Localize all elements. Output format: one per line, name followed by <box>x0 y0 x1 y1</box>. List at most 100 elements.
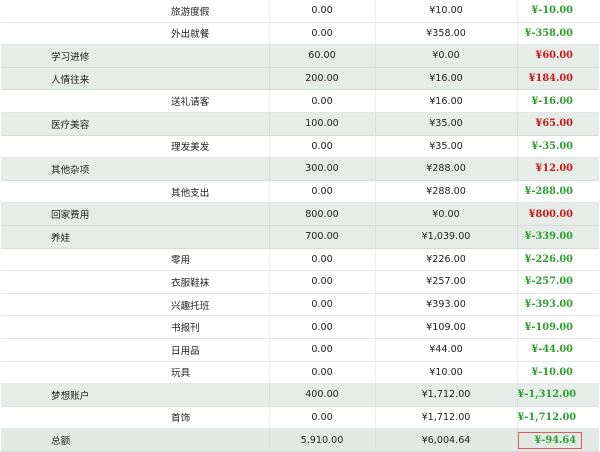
budget-amount: 0.00 <box>268 315 375 339</box>
subcategory-name: 旅游度假 <box>115 0 269 23</box>
balance-amount: ¥-257.00 <box>516 270 599 294</box>
budget-table-view: 旅游度假 0.00 ¥10.00 ¥-10.00 外出就餐 0.00 ¥358.00 ¥-35… <box>0 0 600 452</box>
balance-amount: ¥-109.00 <box>516 315 599 339</box>
subcategory-row[interactable]: 兴趣托班 0.00 ¥393.00 ¥-393.00 <box>1 293 599 317</box>
balance-amount: ¥65.00 <box>516 112 599 136</box>
actual-amount: ¥0.00 <box>374 44 517 68</box>
category-row[interactable]: 回家费用 800.00 ¥0.00 ¥800.00 <box>1 202 599 226</box>
subcategory-name <box>115 225 269 249</box>
category-name <box>1 406 115 430</box>
balance-amount: ¥60.00 <box>516 44 599 68</box>
actual-amount: ¥10.00 <box>374 361 517 385</box>
subcategory-row[interactable]: 书报刊 0.00 ¥109.00 ¥-109.00 <box>1 315 599 339</box>
actual-amount: ¥35.00 <box>374 135 517 159</box>
subcategory-name: 外出就餐 <box>115 22 269 46</box>
actual-amount: ¥358.00 <box>374 22 517 46</box>
subcategory-row[interactable]: 首饰 0.00 ¥1,712.00 ¥-1,712.00 <box>1 406 599 430</box>
subcategory-row[interactable]: 其他支出 0.00 ¥288.00 ¥-288.00 <box>1 180 599 204</box>
category-row[interactable]: 人情往来 200.00 ¥16.00 ¥184.00 <box>1 67 599 91</box>
balance-amount: ¥-16.00 <box>516 89 599 113</box>
budget-amount: 0.00 <box>268 0 375 23</box>
budget-amount: 300.00 <box>268 157 375 181</box>
subcategory-name: 零用 <box>115 248 269 272</box>
total-budget: 5,910.00 <box>268 428 375 452</box>
actual-amount: ¥257.00 <box>374 270 517 294</box>
category-row[interactable]: 学习进修 60.00 ¥0.00 ¥60.00 <box>1 44 599 68</box>
subcategory-row[interactable]: 玩具 0.00 ¥10.00 ¥-10.00 <box>1 361 599 385</box>
actual-amount: ¥109.00 <box>374 315 517 339</box>
subcategory-name: 玩具 <box>115 361 269 385</box>
actual-amount: ¥1,712.00 <box>374 383 517 407</box>
category-row[interactable]: 梦想账户 400.00 ¥1,712.00 ¥-1,312.00 <box>1 383 599 407</box>
budget-amount: 0.00 <box>268 338 375 362</box>
actual-amount: ¥16.00 <box>374 67 517 91</box>
category-name <box>1 361 115 385</box>
budget-table-body: 旅游度假 0.00 ¥10.00 ¥-10.00 外出就餐 0.00 ¥358.00 ¥-35… <box>1 0 599 452</box>
category-name: 梦想账户 <box>1 383 115 407</box>
balance-amount: ¥-339.00 <box>516 225 599 249</box>
category-name <box>1 248 115 272</box>
category-name: 学习进修 <box>1 44 115 68</box>
balance-amount: ¥-1,712.00 <box>516 406 599 430</box>
category-row[interactable]: 其他杂项 300.00 ¥288.00 ¥12.00 <box>1 157 599 181</box>
subcategory-name: 首饰 <box>115 406 269 430</box>
budget-amount: 0.00 <box>268 135 375 159</box>
subcategory-name: 兴趣托班 <box>115 293 269 317</box>
balance-amount: ¥-288.00 <box>516 180 599 204</box>
subcategory-name: 日用品 <box>115 338 269 362</box>
actual-amount: ¥393.00 <box>374 293 517 317</box>
budget-amount: 60.00 <box>268 44 375 68</box>
actual-amount: ¥35.00 <box>374 112 517 136</box>
category-row[interactable]: 养娃 700.00 ¥1,039.00 ¥-339.00 <box>1 225 599 249</box>
budget-amount: 0.00 <box>268 361 375 385</box>
subcategory-row[interactable]: 旅游度假 0.00 ¥10.00 ¥-10.00 <box>1 0 599 23</box>
budget-amount: 400.00 <box>268 383 375 407</box>
category-name <box>1 293 115 317</box>
balance-amount: ¥-226.00 <box>516 248 599 272</box>
actual-amount: ¥288.00 <box>374 180 517 204</box>
subcategory-row[interactable]: 送礼请客 0.00 ¥16.00 ¥-16.00 <box>1 89 599 113</box>
subcategory-name <box>115 112 269 136</box>
balance-amount: ¥-10.00 <box>516 361 599 385</box>
budget-amount: 700.00 <box>268 225 375 249</box>
actual-amount: ¥1,712.00 <box>374 406 517 430</box>
budget-amount: 100.00 <box>268 112 375 136</box>
subcategory-row[interactable]: 衣服鞋袜 0.00 ¥257.00 ¥-257.00 <box>1 270 599 294</box>
budget-amount: 0.00 <box>268 248 375 272</box>
subcategory-row[interactable]: 理发美发 0.00 ¥35.00 ¥-35.00 <box>1 135 599 159</box>
category-name: 回家费用 <box>1 202 115 226</box>
total-balance: ¥-94.64 <box>518 431 583 449</box>
subcategory-name: 其他支出 <box>115 180 269 204</box>
subcategory-name <box>115 383 269 407</box>
category-name: 医疗美容 <box>1 112 115 136</box>
category-name <box>1 89 115 113</box>
budget-amount: 0.00 <box>268 180 375 204</box>
balance-amount: ¥12.00 <box>516 157 599 181</box>
category-name <box>1 338 115 362</box>
category-name: 其他杂项 <box>1 157 115 181</box>
actual-amount: ¥1,039.00 <box>374 225 517 249</box>
subcategory-row[interactable]: 日用品 0.00 ¥44.00 ¥-44.00 <box>1 338 599 362</box>
budget-amount: 200.00 <box>268 67 375 91</box>
subcategory-row[interactable]: 外出就餐 0.00 ¥358.00 ¥-358.00 <box>1 22 599 46</box>
actual-amount: ¥226.00 <box>374 248 517 272</box>
balance-amount: ¥-44.00 <box>516 338 599 362</box>
balance-amount: ¥184.00 <box>516 67 599 91</box>
budget-amount: 0.00 <box>268 270 375 294</box>
category-name: 人情往来 <box>1 67 115 91</box>
category-name <box>1 180 115 204</box>
actual-amount: ¥0.00 <box>374 202 517 226</box>
budget-amount: 0.00 <box>268 89 375 113</box>
subcategory-name: 送礼请客 <box>115 89 269 113</box>
subcategory-row[interactable]: 零用 0.00 ¥226.00 ¥-226.00 <box>1 248 599 272</box>
category-name <box>1 135 115 159</box>
actual-amount: ¥16.00 <box>374 89 517 113</box>
subcategory-name: 书报刊 <box>115 315 269 339</box>
balance-amount: ¥-35.00 <box>516 135 599 159</box>
category-row[interactable]: 医疗美容 100.00 ¥35.00 ¥65.00 <box>1 112 599 136</box>
total-empty-cell <box>115 428 269 452</box>
category-name <box>1 270 115 294</box>
balance-amount: ¥800.00 <box>516 202 599 226</box>
subcategory-name <box>115 67 269 91</box>
budget-amount: 800.00 <box>268 202 375 226</box>
